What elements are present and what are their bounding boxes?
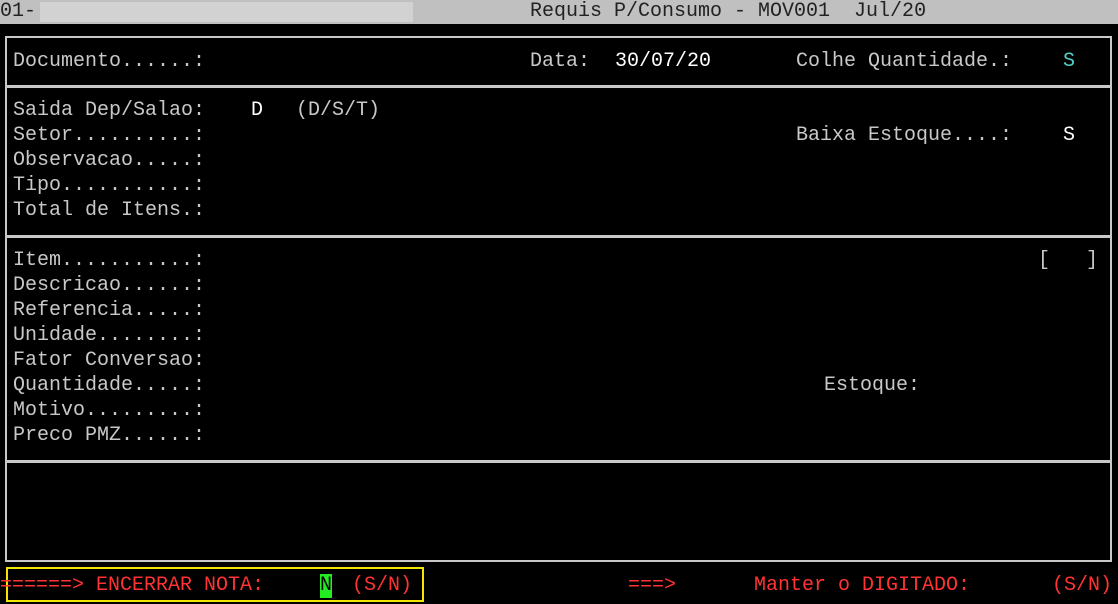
title-bar-block <box>40 2 413 22</box>
baixa-estoque-field[interactable]: S <box>1063 124 1075 148</box>
motivo-label: Motivo.........: <box>13 399 206 422</box>
data-field[interactable]: 30/07/20 <box>615 50 711 74</box>
item-bracket-field[interactable]: [ ] <box>1038 249 1098 273</box>
observacao-label: Observacao.....: <box>13 149 206 172</box>
unidade-label: Unidade........: <box>13 324 206 347</box>
quantidade-label: Quantidade.....: <box>13 374 206 397</box>
screen-id: 01- <box>0 0 37 23</box>
total-itens-label: Total de Itens.: <box>13 199 206 222</box>
manter-prompt: Manter o DIGITADO: <box>754 574 971 597</box>
saida-options: (D/S/T) <box>296 99 381 122</box>
descricao-label: Descricao......: <box>13 274 206 297</box>
saida-label: Saida Dep/Salao: <box>13 99 206 122</box>
colhe-quantidade-field[interactable]: S <box>1063 50 1075 74</box>
tipo-label: Tipo...........: <box>13 174 206 197</box>
data-label: Data: <box>530 50 591 73</box>
message-panel <box>5 461 1112 562</box>
estoque-label: Estoque: <box>824 374 921 397</box>
encerrar-options: (S/N) <box>352 574 413 597</box>
saida-field[interactable]: D <box>251 99 263 123</box>
manter-options: (S/N) <box>1052 574 1113 597</box>
item-label: Item...........: <box>13 249 206 272</box>
footer-arrow: ===> <box>628 574 677 597</box>
documento-label: Documento......: <box>13 50 206 73</box>
setor-label: Setor..........: <box>13 124 206 147</box>
title-bar: 01- Requis P/Consumo - MOV001 Jul/20 <box>0 0 1118 24</box>
fator-conversao-label: Fator Conversao: <box>13 349 206 372</box>
encerrar-field[interactable]: N <box>320 574 333 598</box>
screen-title: Requis P/Consumo - MOV001 Jul/20 <box>530 0 927 23</box>
colhe-quantidade-label: Colhe Quantidade.: <box>796 50 1013 73</box>
preco-pmz-label: Preco PMZ......: <box>13 424 206 447</box>
baixa-estoque-label: Baixa Estoque....: <box>796 124 1013 147</box>
encerrar-prompt: ======> ENCERRAR NOTA: <box>0 574 265 597</box>
referencia-label: Referencia.....: <box>13 299 206 322</box>
